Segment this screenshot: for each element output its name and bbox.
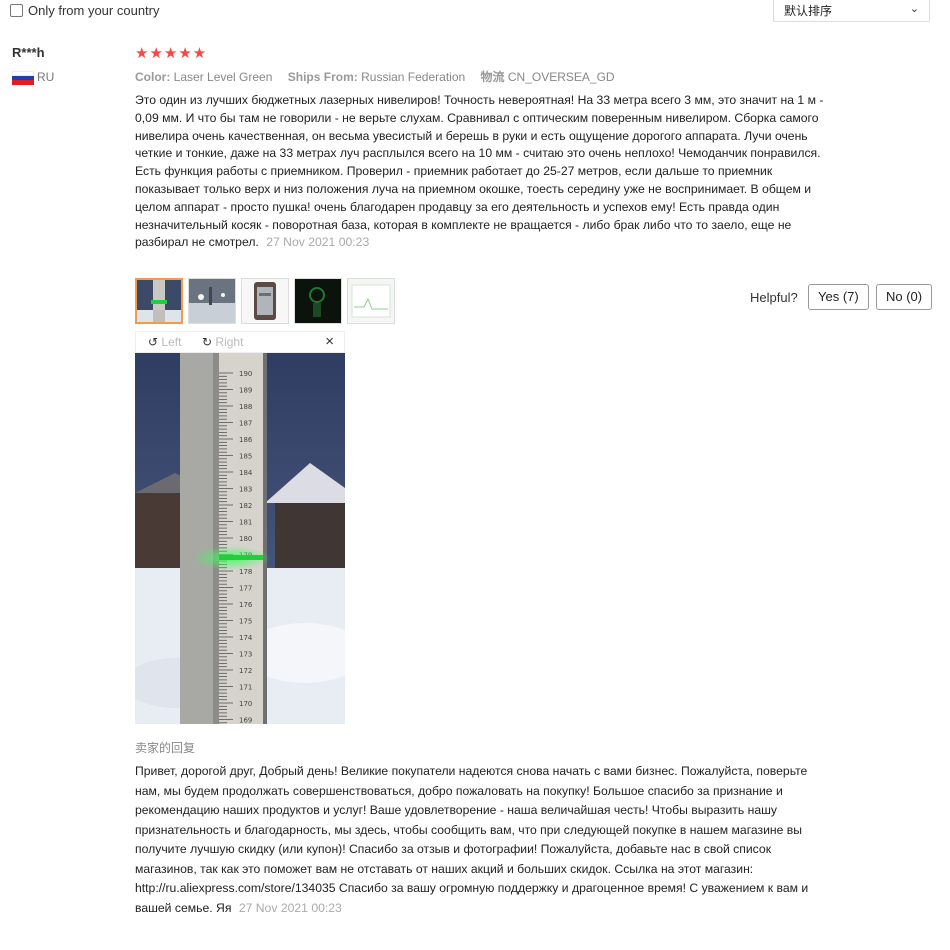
ruler-tick-label: 172 — [239, 667, 252, 675]
ruler-tick-label: 175 — [239, 618, 252, 626]
prop-value-logistics: CN_OVERSEA_GD — [507, 70, 615, 84]
photo-thumbnail-2[interactable] — [188, 278, 236, 324]
ruler-tick-label: 174 — [239, 634, 253, 642]
prop-label-ships-from: Ships From: — [287, 70, 358, 84]
photo-thumbnails — [135, 278, 395, 324]
ruler-tick-label: 180 — [239, 535, 252, 543]
sort-selected-label: 默认排序 — [784, 4, 833, 18]
seller-reply-date: 27 Nov 2021 00:23 — [238, 900, 342, 915]
prop-value-color: Laser Level Green — [173, 70, 273, 84]
ruler-tick-label: 182 — [239, 502, 252, 510]
photo-thumbnail-4[interactable] — [294, 278, 342, 324]
review-date: 27 Nov 2021 00:23 — [266, 235, 370, 250]
review-properties: Color: Laser Level Green Ships From: Rus… — [135, 68, 627, 85]
ruler-tick-label: 181 — [239, 519, 252, 527]
ruler-tick-label: 189 — [239, 387, 252, 395]
helpful-label: Helpful? — [750, 290, 798, 305]
reviewer-country: RU — [37, 70, 55, 84]
helpful-yes-button[interactable]: Yes (7) — [808, 284, 869, 310]
ruler-tick-label: 176 — [239, 601, 253, 609]
prop-label-color: Color: — [135, 70, 171, 84]
close-icon[interactable]: × — [325, 333, 334, 350]
ruler-tick-label: 190 — [239, 370, 252, 378]
rotate-left-icon: ↺ — [148, 335, 159, 349]
photo-viewer-toolbar: ↺ Left ↻ Right × — [135, 331, 345, 353]
rotate-right-label: Right — [215, 335, 244, 349]
review-toolbar: Only from your country 默认排序 ⌄ — [0, 0, 950, 24]
ruler-tick-label: 184 — [239, 469, 253, 477]
rotate-right-button[interactable]: ↻ Right — [202, 335, 243, 349]
helpful-no-button[interactable]: No (0) — [876, 284, 933, 310]
ruler-tick-label: 186 — [239, 436, 253, 444]
review-body: Это один из лучших бюджетных лазерных ни… — [135, 93, 824, 250]
prop-value-ships-from: Russian Federation — [361, 70, 466, 84]
rotate-right-icon: ↻ — [202, 335, 213, 349]
ruler-tick-label: 185 — [239, 453, 252, 461]
review-text: Это один из лучших бюджетных лазерных ни… — [135, 92, 840, 252]
ruler-tick-label: 170 — [239, 700, 252, 708]
seller-reply-body: Привет, дорогой друг, Добрый день! Велик… — [135, 764, 809, 915]
ruler-tick-label: 188 — [239, 403, 252, 411]
ruler-tick-label: 177 — [239, 585, 252, 593]
chevron-down-icon: ⌄ — [909, 3, 919, 15]
country-filter-label: Only from your country — [28, 3, 160, 18]
country-filter[interactable]: Only from your country — [10, 3, 160, 18]
photo-thumbnail-5[interactable] — [347, 278, 395, 324]
seller-reply-heading: 卖家的回复 — [135, 741, 196, 755]
prop-label-logistics: 物流 — [480, 70, 505, 84]
ruler-tick-label: 187 — [239, 420, 252, 428]
ruler-tick-label: 183 — [239, 486, 252, 494]
rotate-left-button[interactable]: ↺ Left — [148, 335, 181, 349]
ruler-tick-label: 169 — [239, 717, 252, 725]
country-checkbox[interactable] — [10, 4, 23, 17]
photo-thumbnail-3[interactable] — [241, 278, 289, 324]
ruler-tick-label: 171 — [239, 684, 252, 692]
sort-select[interactable]: 默认排序 ⌄ — [773, 0, 930, 22]
rating-stars: ★★★★★ — [135, 45, 208, 62]
seller-reply-text: Привет, дорогой друг, Добрый день! Велик… — [135, 762, 815, 918]
ruler-tick-label: 173 — [239, 651, 252, 659]
russia-flag-icon — [12, 71, 34, 85]
photo-thumbnail-1[interactable] — [135, 278, 183, 324]
reviewer-name: R***h — [12, 45, 45, 60]
rotate-left-label: Left — [161, 335, 182, 349]
review-photo-enlarged: 1901891881871861851841831821811801791781… — [135, 353, 345, 724]
